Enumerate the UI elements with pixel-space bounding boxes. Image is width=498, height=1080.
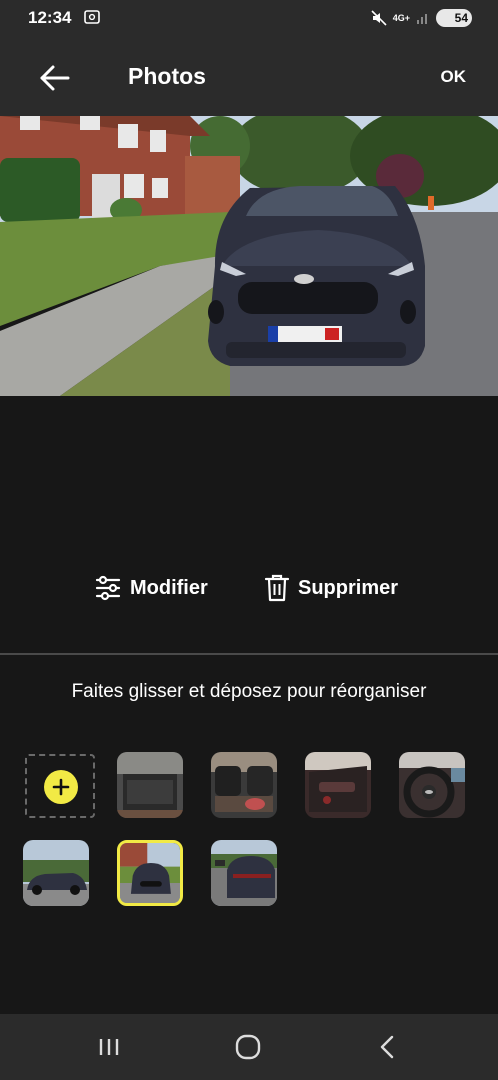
app-bar: Photos OK: [0, 38, 498, 116]
mute-icon: [371, 10, 387, 26]
thumbnail-rear-seats[interactable]: [211, 752, 277, 818]
status-indicators: 4G+ 54: [371, 8, 472, 28]
delete-button[interactable]: Supprimer: [264, 566, 398, 610]
reorder-hint: Faites glisser et déposez pour réorganis…: [71, 681, 427, 702]
page-title: Photos: [128, 63, 206, 89]
thumbnail-car-side[interactable]: [23, 840, 89, 906]
divider: [0, 653, 498, 655]
trash-icon: [264, 574, 290, 602]
screenshot-icon: [84, 10, 100, 24]
arrow-left-icon[interactable]: [34, 58, 74, 98]
photo-actions: Modifier Supprimer: [0, 566, 498, 610]
delete-label: Supprimer: [298, 576, 399, 599]
modify-button[interactable]: Modifier: [94, 566, 208, 610]
thumbnail-car-rear[interactable]: [211, 840, 277, 906]
main-photo-preview: [0, 116, 498, 396]
add-photo-button[interactable]: [25, 754, 95, 818]
system-nav-bar: [0, 1014, 498, 1080]
thumbnail-trunk[interactable]: [117, 752, 183, 818]
status-bar: 12:34 4G+ 54: [0, 0, 498, 38]
home-icon[interactable]: [233, 1032, 263, 1062]
signal-icon: [417, 14, 427, 24]
status-time: 12:34: [28, 8, 72, 27]
thumbnail-car-front[interactable]: [117, 840, 183, 906]
sliders-icon: [95, 575, 121, 601]
modify-label: Modifier: [130, 576, 208, 599]
recent-apps-icon[interactable]: [94, 1032, 124, 1062]
network-type: 4G+: [392, 12, 410, 23]
plus-icon: [44, 770, 78, 804]
thumbnail-door-panel[interactable]: [305, 752, 371, 818]
thumbnail-steering-wheel[interactable]: [399, 752, 465, 818]
battery-icon: 54: [436, 9, 472, 27]
back-icon[interactable]: [373, 1032, 403, 1062]
ok-button[interactable]: OK: [441, 67, 467, 87]
